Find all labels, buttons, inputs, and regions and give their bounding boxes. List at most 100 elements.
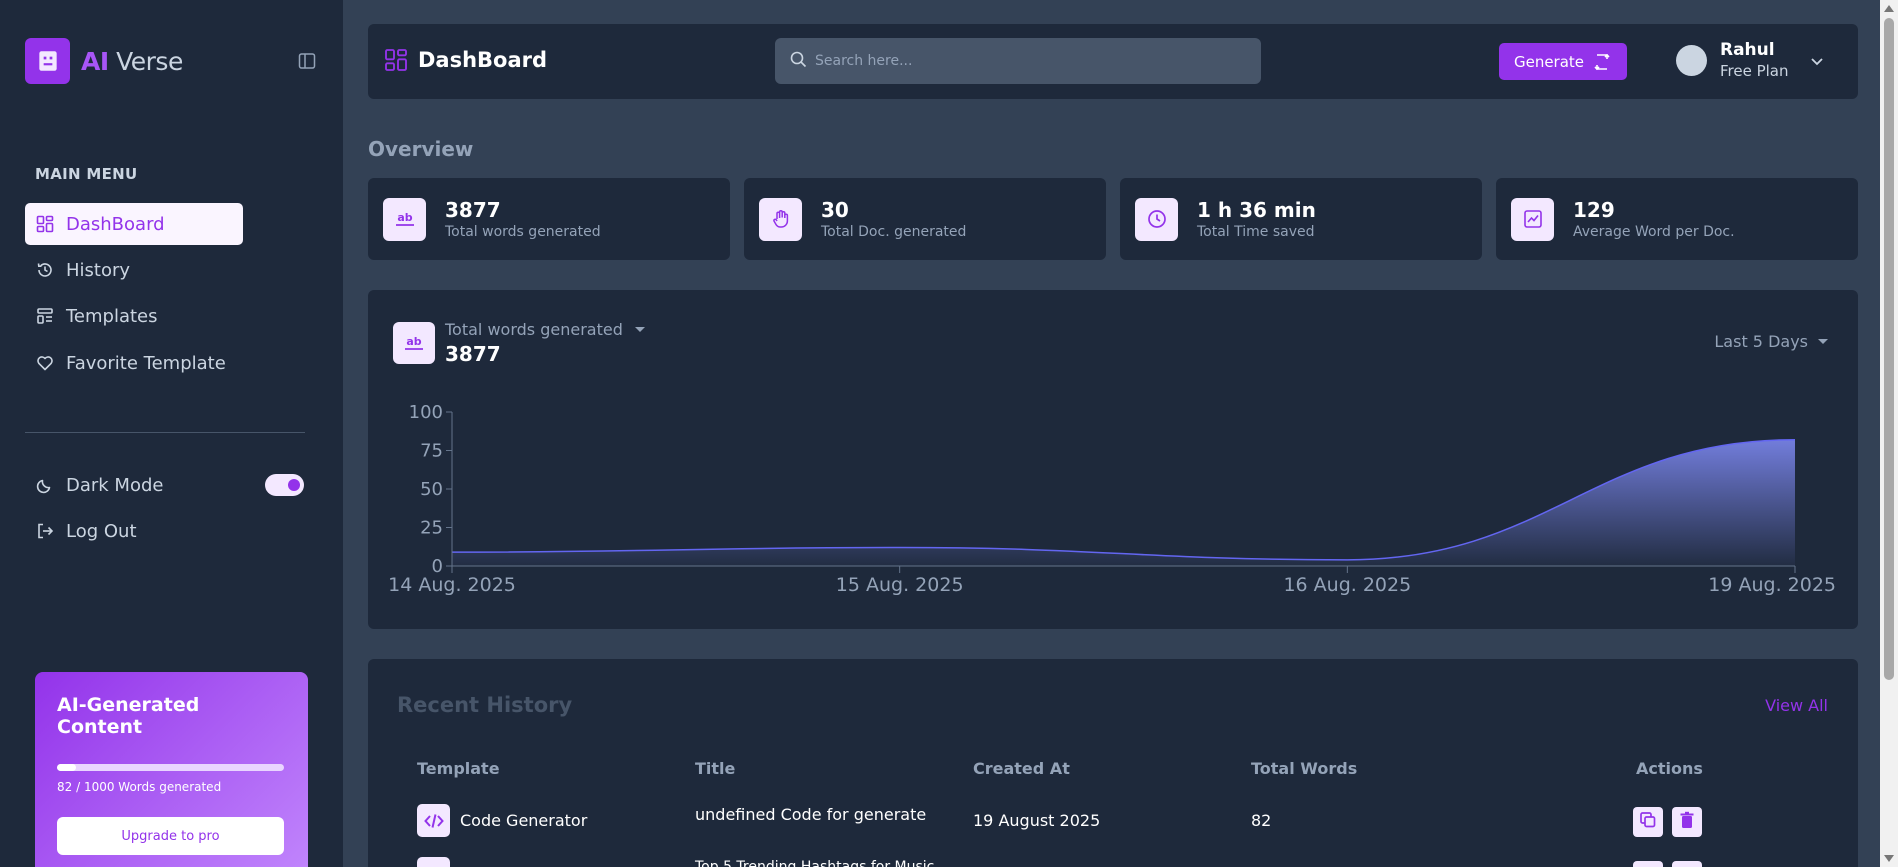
- sidebar-divider: [25, 432, 305, 433]
- copy-button[interactable]: [1633, 861, 1663, 867]
- moon-icon: [35, 475, 55, 495]
- date-range-label: Last 5 Days: [1714, 332, 1808, 351]
- scrollbar-thumb[interactable]: [1884, 18, 1894, 680]
- sidebar-item-history[interactable]: History: [25, 249, 243, 291]
- stat-card-time-saved: 1 h 36 min Total Time saved: [1120, 178, 1482, 260]
- copy-button[interactable]: [1633, 807, 1663, 837]
- sidebar-item-label: Templates: [66, 305, 158, 327]
- words-usage-text: 82 / 1000 Words generated: [57, 780, 222, 794]
- search-bar[interactable]: [775, 38, 1261, 84]
- dashboard-icon: [384, 48, 408, 72]
- user-info: Rahul Free Plan: [1720, 40, 1789, 80]
- page-title: DashBoard: [384, 48, 547, 72]
- main-menu-title: MAIN MENU: [35, 165, 138, 183]
- page-scrollbar[interactable]: [1880, 0, 1898, 867]
- ab-icon: ab: [383, 197, 426, 241]
- stat-card-average-words: 129 Average Word per Doc.: [1496, 178, 1858, 260]
- sidebar-item-favorite-template[interactable]: Favorite Template: [25, 342, 243, 384]
- trash-icon: [1679, 811, 1695, 833]
- robot-icon: [25, 38, 70, 84]
- scroll-down-arrow-icon[interactable]: [1884, 855, 1894, 862]
- table-row-template: [417, 857, 460, 867]
- words-chart-card: 0 25 50 75 100 14 Aug. 2025 15 Aug. 2025 16 Aug…: [368, 290, 1858, 629]
- chart-y-tick-label: 100: [409, 402, 443, 423]
- code-icon: [417, 804, 450, 837]
- logout-icon: [35, 521, 55, 541]
- stat-value: 3877: [445, 198, 501, 222]
- stat-value: 30: [821, 198, 849, 222]
- recent-history-title: Recent History: [397, 693, 573, 717]
- top-header: DashBoard Generate Rahul Free Plan: [368, 24, 1858, 99]
- search-input[interactable]: [815, 53, 1235, 69]
- delete-button[interactable]: [1672, 861, 1702, 867]
- sidebar-item-dashboard[interactable]: DashBoard: [25, 203, 243, 245]
- hand-icon: [759, 197, 802, 241]
- chart-x-tick-label: 14 Aug. 2025: [388, 574, 516, 596]
- delete-button[interactable]: [1672, 807, 1702, 837]
- date-range-select[interactable]: Last 5 Days: [1714, 332, 1828, 351]
- template-icon: [417, 857, 450, 867]
- stat-value: 129: [1573, 198, 1615, 222]
- scroll-up-arrow-icon[interactable]: [1884, 5, 1894, 12]
- caret-down-icon: [634, 327, 645, 332]
- chart-total-value: 3877: [445, 342, 501, 366]
- stat-label: Average Word per Doc.: [1573, 224, 1735, 240]
- stat-label: Total Time saved: [1197, 224, 1315, 240]
- logout-label: Log Out: [66, 520, 137, 542]
- stat-label: Total Doc. generated: [821, 224, 967, 240]
- page-title-text: DashBoard: [418, 48, 548, 72]
- dark-mode-label: Dark Mode: [66, 474, 164, 496]
- stat-label: Total words generated: [445, 224, 601, 240]
- search-icon: [790, 51, 807, 72]
- table-row-title: Top 5 Trending Hashtags for Music: [695, 859, 935, 867]
- copy-icon: [1639, 811, 1657, 833]
- chart-metric-label: Total words generated: [445, 320, 623, 339]
- chart-y-tick-label: 25: [420, 518, 443, 539]
- chart-x-tick-label: 15 Aug. 2025: [836, 574, 964, 596]
- template-name: Code Generator: [460, 811, 588, 830]
- dark-mode-toggle[interactable]: [265, 474, 304, 496]
- table-row-title: undefined Code for generate: [695, 805, 927, 824]
- promo-title: AI-Generated Content: [57, 694, 200, 738]
- chart-y-tick-label: 50: [420, 479, 443, 500]
- overview-title: Overview: [368, 137, 474, 161]
- sidebar-collapse-icon[interactable]: [298, 52, 318, 72]
- dark-mode-row: Dark Mode: [25, 464, 225, 506]
- column-header-total-words: Total Words: [1251, 759, 1358, 778]
- view-all-link[interactable]: View All: [1765, 696, 1828, 715]
- sidebar: AI Verse MAIN MENU DashBoard History Tem…: [0, 0, 343, 867]
- sidebar-item-label: Favorite Template: [66, 352, 226, 374]
- chart-metric-select[interactable]: Total words generated: [445, 320, 645, 339]
- upgrade-button[interactable]: Upgrade to pro: [57, 817, 284, 855]
- caret-down-icon: [1818, 339, 1828, 344]
- templates-icon: [35, 306, 55, 326]
- user-name: Rahul: [1720, 40, 1775, 60]
- words-progress-bar: [57, 764, 284, 771]
- generate-button[interactable]: Generate: [1499, 43, 1627, 80]
- chevron-down-icon[interactable]: [1809, 53, 1825, 69]
- sidebar-item-label: History: [66, 259, 131, 281]
- toggle-knob: [288, 479, 300, 491]
- ab-icon: ab: [393, 322, 435, 364]
- column-header-title: Title: [695, 759, 736, 778]
- generate-label: Generate: [1513, 52, 1585, 71]
- avatar: [1676, 44, 1707, 76]
- chart-x-tick-label: 19 Aug. 2025: [1708, 574, 1836, 596]
- stat-card-total-docs: 30 Total Doc. generated: [744, 178, 1106, 260]
- user-plan: Free Plan: [1720, 62, 1789, 80]
- table-row-template: Code Generator: [417, 804, 587, 837]
- sidebar-item-templates[interactable]: Templates: [25, 295, 243, 337]
- table-row-created-at: 19 August 2025: [973, 811, 1101, 830]
- table-row-total-words: 82: [1251, 811, 1272, 830]
- svg-text:ab: ab: [406, 335, 421, 348]
- logout-button[interactable]: Log Out: [25, 510, 243, 552]
- column-header-created-at: Created At: [973, 759, 1070, 778]
- brand-logo[interactable]: AI Verse: [25, 38, 183, 84]
- clock-icon: [1135, 197, 1178, 241]
- user-menu[interactable]: Rahul Free Plan: [1676, 40, 1789, 80]
- stat-value: 1 h 36 min: [1197, 198, 1316, 222]
- recent-history-card: Recent History View All Template Title C…: [368, 659, 1858, 867]
- trend-icon: [1511, 197, 1554, 241]
- sidebar-item-label: DashBoard: [66, 213, 165, 235]
- chart-x-tick-label: 16 Aug. 2025: [1283, 574, 1411, 596]
